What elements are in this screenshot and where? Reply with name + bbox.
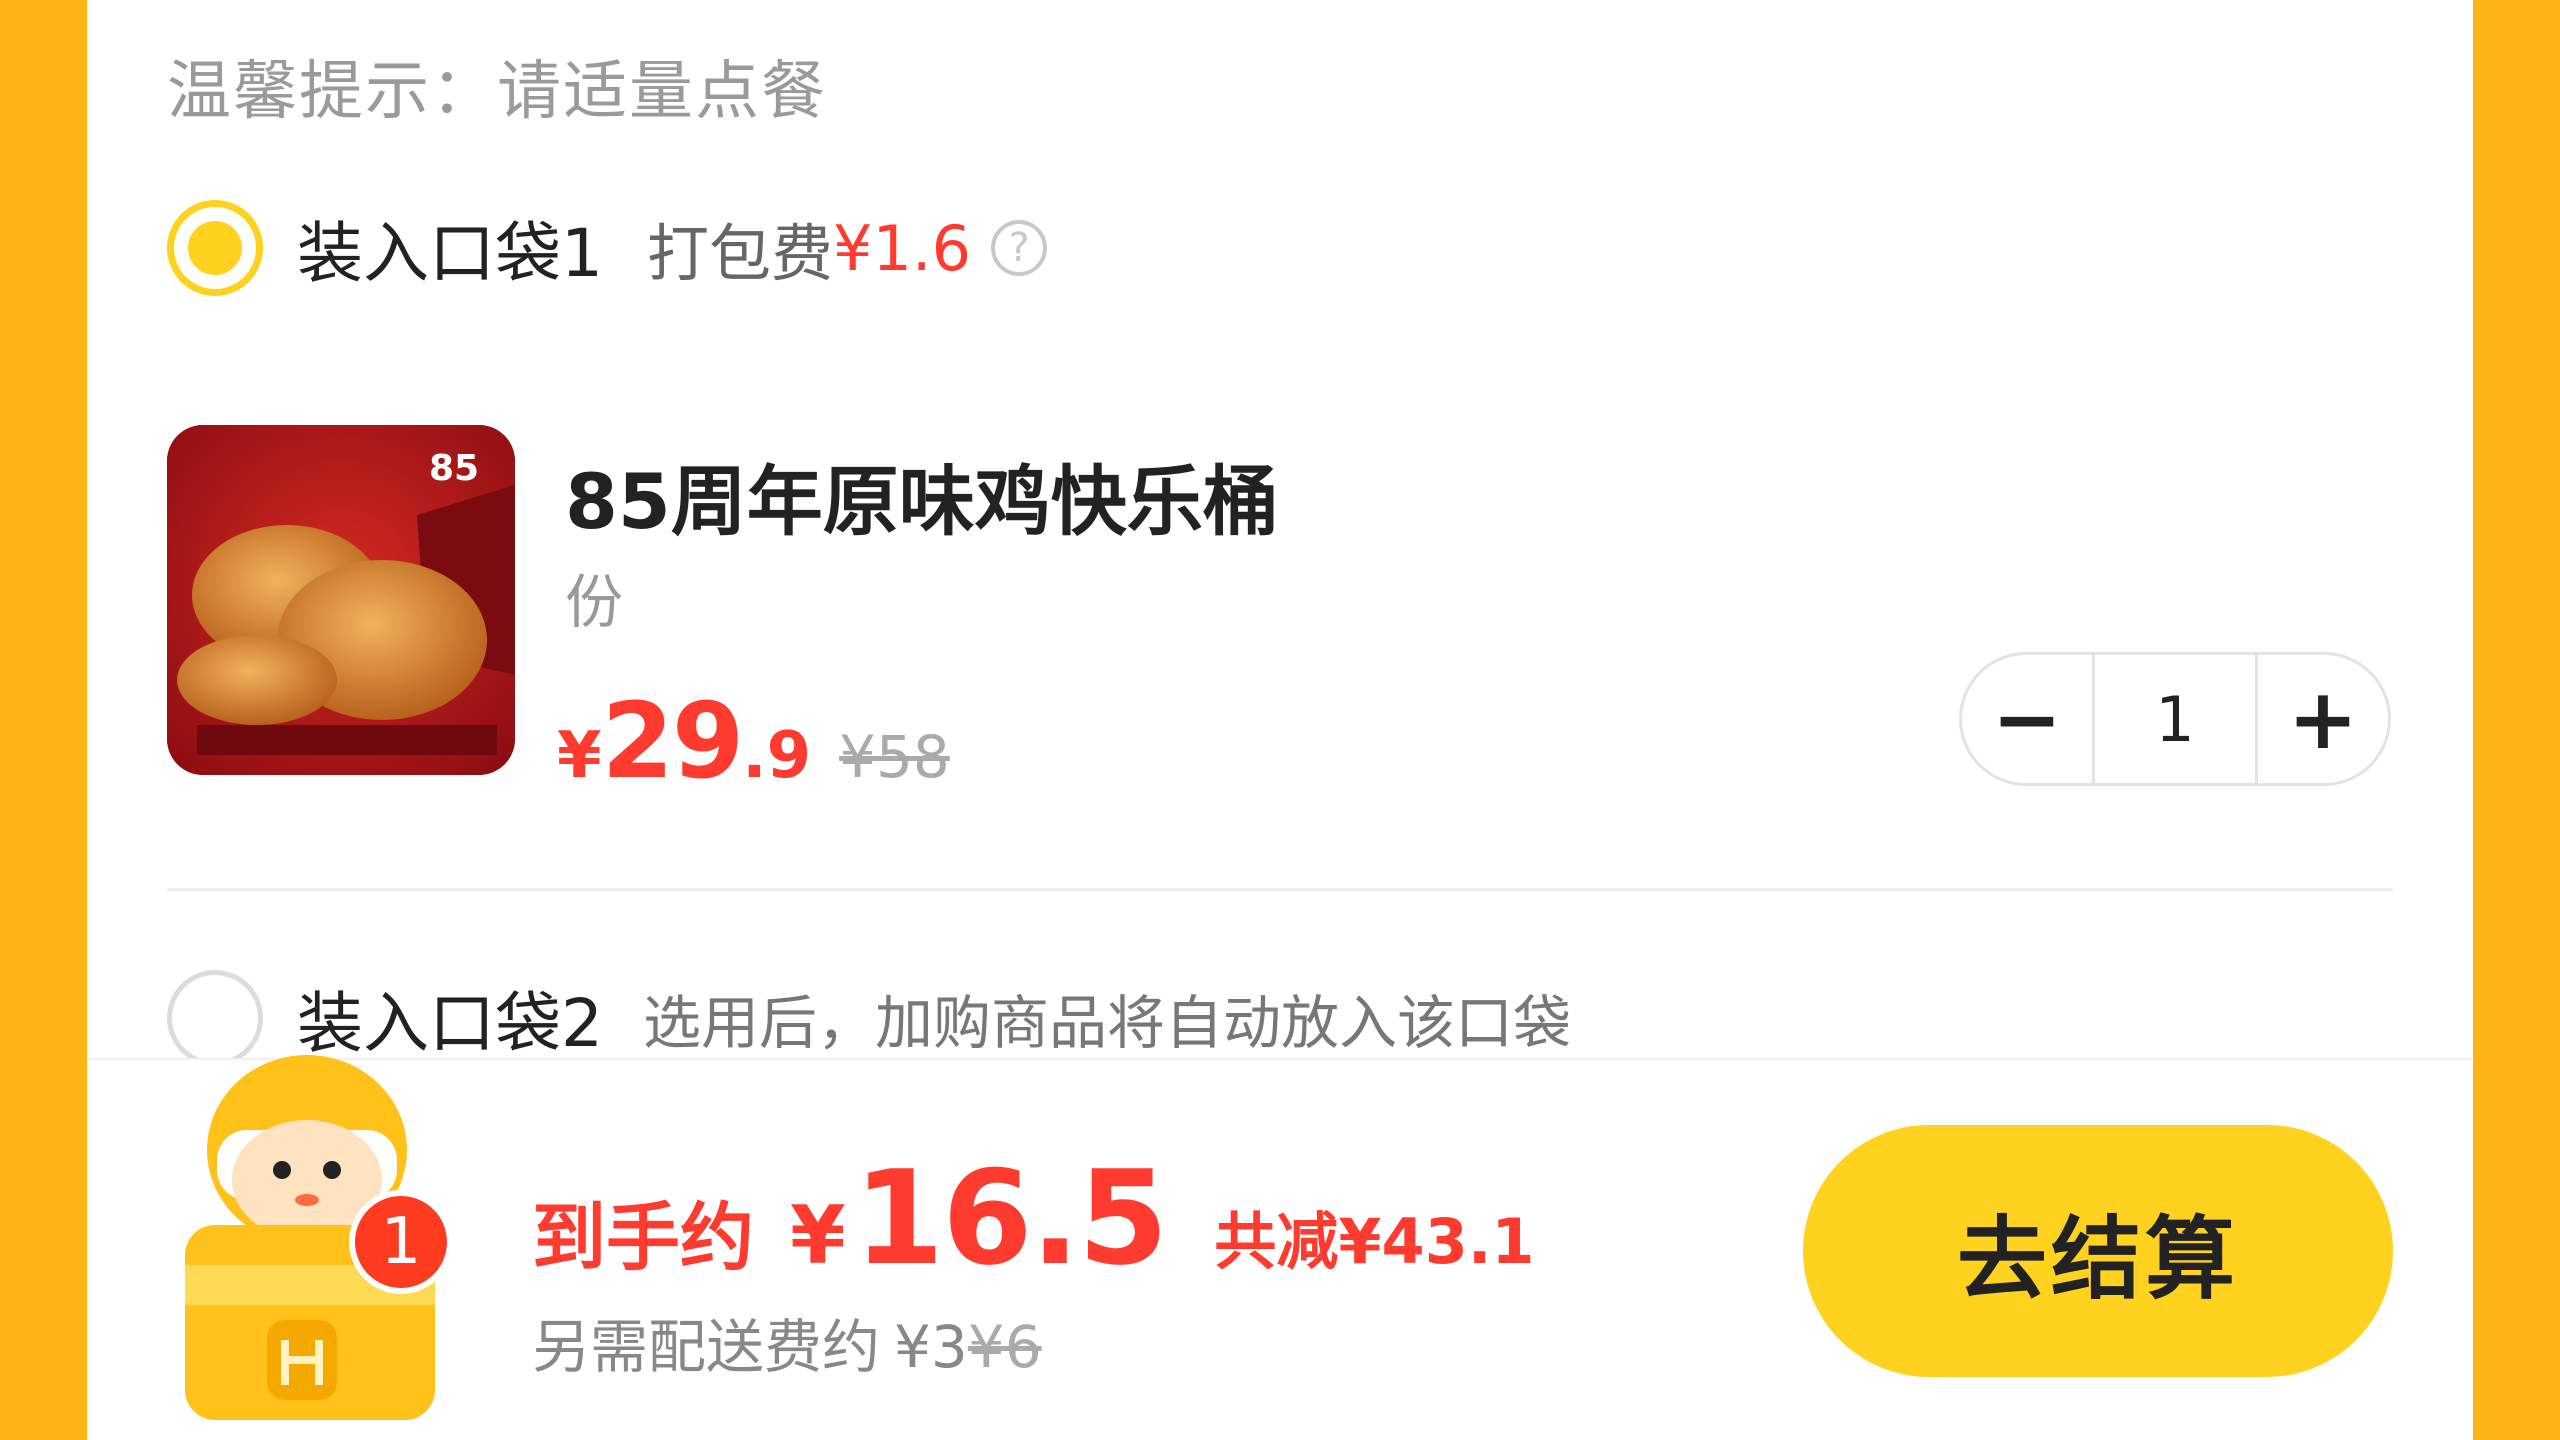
- plus-button[interactable]: +: [2258, 655, 2388, 783]
- minus-button[interactable]: −: [1962, 655, 2092, 783]
- cart-panel: 温馨提示：请适量点餐 装入口袋1 打包费 ¥1.6 ? 85 85周年原味鸡快乐…: [87, 0, 2473, 1440]
- product-name[interactable]: 85周年原味鸡快乐桶: [565, 440, 1279, 550]
- total-label: 到手约: [532, 1195, 754, 1281]
- cart-count-badge: 1: [349, 1190, 453, 1294]
- pack-fee-value: ¥1.6: [833, 211, 972, 285]
- original-price: ¥58: [839, 723, 950, 791]
- delivery-original-fee: ¥6: [967, 1313, 1042, 1381]
- product-price: ¥ 29 .9 ¥58: [557, 680, 950, 802]
- product-image-badge: 85: [429, 448, 479, 489]
- bag-1-radio[interactable]: [167, 200, 263, 296]
- total-price: 到手约 ¥ 16.5 共减¥43.1: [532, 1142, 1535, 1294]
- bag-2-description: 选用后，加购商品将自动放入该口袋: [643, 989, 1572, 1057]
- delivery-fee-row: 另需配送费约 ¥3 ¥6: [532, 1300, 1042, 1384]
- delivery-label: 另需配送费约: [532, 1313, 881, 1381]
- quantity-stepper: − 1 +: [1959, 652, 2391, 786]
- price-integer: 29: [601, 680, 745, 802]
- warm-tip: 温馨提示：请适量点餐: [167, 55, 827, 129]
- delivery-fee: ¥3: [894, 1313, 968, 1381]
- divider: [167, 888, 2393, 891]
- total-symbol: ¥: [790, 1189, 846, 1282]
- checkout-button[interactable]: 去结算: [1803, 1125, 2393, 1377]
- total-amount: 16.5: [853, 1142, 1169, 1294]
- help-icon[interactable]: ?: [991, 220, 1048, 276]
- price-decimal: .9: [742, 719, 812, 793]
- price-symbol: ¥: [557, 719, 602, 793]
- bag-1-row[interactable]: 装入口袋1 打包费 ¥1.6 ?: [167, 200, 1048, 296]
- quantity-value: 1: [2092, 655, 2258, 783]
- total-discount: 共减¥43.1: [1214, 1205, 1535, 1278]
- pack-fee-label: 打包费: [647, 217, 834, 290]
- product-image[interactable]: 85: [167, 425, 515, 775]
- checkout-bar: 1 到手约 ¥ 16.5 共减¥43.1 另需配送费约 ¥3 ¥6 去结算: [87, 1055, 2473, 1440]
- bag-1-title: 装入口袋1: [297, 215, 603, 292]
- product-unit: 份: [565, 568, 624, 636]
